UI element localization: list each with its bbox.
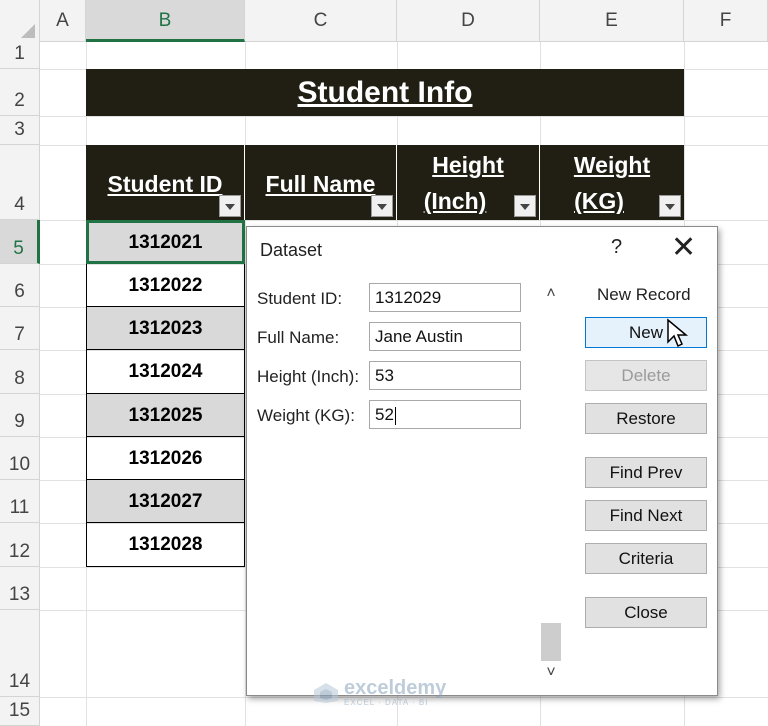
filter-dropdown-icon[interactable] (659, 195, 681, 217)
restore-button[interactable]: Restore (585, 403, 707, 434)
text-caret (394, 406, 396, 425)
row-header-9[interactable]: 9 (0, 394, 40, 437)
student-id-cell[interactable]: 1312021 (86, 220, 245, 264)
height-label: Height (Inch): (257, 367, 360, 386)
row-header-12[interactable]: 12 (0, 523, 40, 567)
title-cell[interactable]: Student Info (86, 69, 684, 116)
help-button[interactable]: ? (611, 236, 622, 259)
column-header-d[interactable]: D (397, 0, 540, 42)
height-field[interactable]: 53 (369, 361, 521, 390)
header-weight[interactable]: Weight (KG) (540, 145, 684, 220)
header-full-name[interactable]: Full Name (245, 145, 397, 220)
column-header-c[interactable]: C (245, 0, 397, 42)
header-height[interactable]: Height (Inch) (397, 145, 540, 220)
header-weight-line1: Weight (573, 152, 651, 178)
watermark: exceldemy EXCEL · DATA · BI (312, 678, 446, 707)
student-id-cell[interactable]: 1312027 (86, 480, 245, 523)
watermark-tagline: EXCEL · DATA · BI (344, 698, 429, 707)
student-id-label: Student ID: (257, 289, 343, 308)
full-name-label: Full Name: (257, 328, 340, 347)
record-status: New Record (597, 285, 691, 304)
watermark-name: exceldemy (344, 677, 447, 699)
student-id-cell[interactable]: 1312022 (86, 264, 245, 307)
watermark-text: exceldemy EXCEL · DATA · BI (344, 678, 446, 707)
header-height-line1: Height (432, 152, 504, 178)
row-header-15[interactable]: 15 (0, 697, 40, 726)
column-header-e[interactable]: E (540, 0, 684, 42)
row-header-6[interactable]: 6 (0, 264, 40, 307)
student-id-cell[interactable]: 1312023 (86, 307, 245, 350)
chevron-down-icon[interactable]: ˅ (539, 664, 563, 688)
row-header-5[interactable]: 5 (0, 220, 40, 264)
column-header-a[interactable]: A (40, 0, 86, 42)
column-header-f[interactable]: F (684, 0, 768, 42)
row-header-1[interactable]: 1 (0, 42, 40, 69)
data-form-dialog: Dataset ? ✕ Student ID: 1312029 Full Nam… (246, 226, 718, 696)
delete-button[interactable]: Delete (585, 360, 707, 391)
header-student-id[interactable]: Student ID (86, 145, 245, 220)
weight-value: 52 (375, 405, 394, 424)
row-header-2[interactable]: 2 (0, 69, 40, 116)
filter-dropdown-icon[interactable] (371, 195, 393, 217)
student-id-field[interactable]: 1312029 (369, 283, 521, 312)
row-header-11[interactable]: 11 (0, 480, 40, 523)
student-id-cell[interactable]: 1312028 (86, 523, 245, 567)
student-id-cell[interactable]: 1312025 (86, 394, 245, 437)
select-all-corner[interactable] (0, 0, 40, 42)
criteria-button[interactable]: Criteria (585, 543, 707, 574)
scrollbar-thumb[interactable] (541, 623, 561, 661)
close-icon[interactable]: ✕ (671, 231, 696, 265)
weight-field[interactable]: 52 (369, 400, 521, 429)
row-header-3[interactable]: 3 (0, 116, 40, 145)
mouse-pointer-icon (667, 318, 689, 348)
find-next-button[interactable]: Find Next (585, 500, 707, 531)
row-header-13[interactable]: 13 (0, 567, 40, 610)
row-header-14[interactable]: 14 (0, 610, 40, 697)
weight-label: Weight (KG): (257, 406, 355, 425)
select-all-triangle-icon (21, 24, 35, 38)
column-header-b[interactable]: B (86, 0, 245, 42)
student-id-cell[interactable]: 1312026 (86, 437, 245, 480)
row-header-4[interactable]: 4 (0, 145, 40, 220)
sheet-title: Student Info (297, 75, 473, 109)
chevron-up-icon[interactable]: ˄ (539, 285, 563, 309)
gridline (40, 116, 768, 117)
close-button[interactable]: Close (585, 597, 707, 628)
filter-dropdown-icon[interactable] (514, 195, 536, 217)
full-name-field[interactable]: Jane Austin (369, 322, 521, 351)
row-header-7[interactable]: 7 (0, 307, 40, 350)
row-header-10[interactable]: 10 (0, 437, 40, 480)
dialog-title: Dataset (260, 240, 323, 260)
find-prev-button[interactable]: Find Prev (585, 457, 707, 488)
row-header-8[interactable]: 8 (0, 350, 40, 394)
exceldemy-logo-icon (314, 682, 338, 703)
filter-dropdown-icon[interactable] (219, 195, 241, 217)
student-id-cell[interactable]: 1312024 (86, 350, 245, 394)
